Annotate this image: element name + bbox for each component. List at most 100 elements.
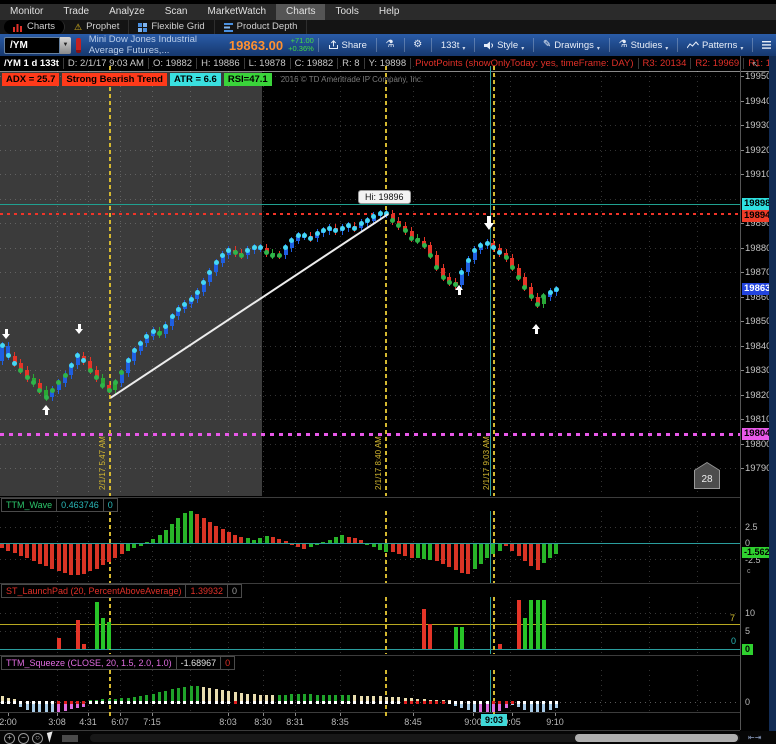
scrollbar-handle[interactable] bbox=[575, 734, 738, 742]
squeeze-bar bbox=[26, 704, 29, 710]
price-tick bbox=[741, 174, 744, 175]
wave-bar bbox=[397, 544, 401, 554]
wave-bar bbox=[441, 544, 445, 564]
candle-dot bbox=[516, 275, 521, 280]
study-header-cell[interactable]: TTM_Wave bbox=[1, 498, 57, 512]
time-tick bbox=[263, 713, 264, 716]
candle-dot bbox=[37, 388, 42, 393]
squeeze-dot bbox=[120, 701, 123, 704]
time-tick bbox=[228, 713, 229, 716]
price-tick-label: 19930 bbox=[745, 120, 771, 131]
wave-bar bbox=[101, 544, 105, 565]
v-gridline bbox=[601, 66, 602, 496]
squeeze-dot bbox=[152, 701, 155, 704]
v-gridline bbox=[340, 670, 341, 712]
study-header-cell[interactable]: 0.463746 bbox=[56, 498, 104, 512]
squeeze-dot bbox=[347, 701, 350, 704]
v-gridline bbox=[263, 597, 264, 654]
wave-bar bbox=[19, 544, 23, 556]
study-header-cell[interactable]: 0 bbox=[103, 498, 118, 512]
squeeze-dot bbox=[498, 701, 501, 704]
candle-dot bbox=[151, 329, 156, 334]
v-gridline bbox=[263, 670, 264, 712]
squeeze-dot bbox=[1, 701, 4, 704]
squeeze-bar bbox=[76, 704, 79, 708]
current-time-line bbox=[490, 66, 491, 496]
v-gridline bbox=[601, 511, 602, 583]
squeeze-bar bbox=[523, 704, 526, 710]
squeeze-dot bbox=[523, 701, 526, 704]
v-gridline bbox=[555, 66, 556, 496]
squeeze-bar bbox=[549, 704, 552, 710]
wave-bar bbox=[290, 544, 294, 545]
squeeze-dot bbox=[89, 701, 92, 704]
price-tick-label: 19790 bbox=[745, 463, 771, 474]
wave-bar bbox=[284, 541, 288, 543]
wave-bar bbox=[32, 544, 36, 561]
candle-dot bbox=[63, 373, 68, 378]
launchpad-bar bbox=[542, 600, 546, 649]
arrow-stem bbox=[487, 216, 491, 223]
candle-dot bbox=[100, 383, 105, 388]
candle-dot bbox=[182, 302, 187, 307]
study-header-cell[interactable]: -1.68967 bbox=[176, 656, 222, 670]
squeeze-dot bbox=[416, 701, 419, 704]
squeeze-dot bbox=[309, 701, 312, 704]
v-gridline bbox=[263, 66, 264, 496]
price-tick-label: 19840 bbox=[745, 341, 771, 352]
arrow-head bbox=[75, 329, 83, 334]
wave-bar bbox=[120, 544, 124, 554]
v-gridline bbox=[295, 66, 296, 496]
candle-dot bbox=[441, 275, 446, 280]
event-vline-yellow bbox=[109, 670, 111, 712]
squeeze-dot bbox=[423, 701, 426, 704]
study-header-cell[interactable]: 0 bbox=[220, 656, 235, 670]
v-gridline bbox=[697, 66, 698, 496]
price-tick-label: 19810 bbox=[745, 414, 771, 425]
squeeze-dot bbox=[297, 701, 300, 704]
candle-dot bbox=[434, 265, 439, 270]
squeeze-dot bbox=[38, 701, 41, 704]
candle-dot bbox=[466, 258, 471, 263]
squeeze-bar bbox=[240, 693, 243, 701]
wave-axis-label: 2.5 bbox=[745, 522, 758, 532]
launchpad-bar bbox=[107, 622, 111, 649]
study-header-cell[interactable]: ST_LaunchPad (20, PercentAboveAverage) bbox=[1, 584, 186, 598]
time-tick bbox=[152, 713, 153, 716]
h-gridline bbox=[0, 101, 740, 102]
signal-arrow-up bbox=[532, 324, 540, 334]
zoom-out-button[interactable]: − bbox=[18, 733, 29, 744]
time-tick bbox=[512, 713, 513, 716]
app-window: MonitorTradeAnalyzeScanMarketWatchCharts… bbox=[0, 0, 776, 744]
study-header-cell[interactable]: 1.39932 bbox=[185, 584, 228, 598]
squeeze-bar bbox=[555, 704, 558, 708]
squeeze-bar bbox=[171, 689, 174, 701]
study-header-cell[interactable]: TTM_Squeeze (CLOSE, 20, 1.5, 2.0, 1.0) bbox=[1, 656, 177, 670]
wave-bar bbox=[517, 544, 521, 556]
zoom-in-button[interactable]: + bbox=[4, 733, 15, 744]
h-gridline bbox=[0, 297, 740, 298]
panel-expand-icon: c bbox=[747, 568, 751, 575]
launchpad-bar bbox=[517, 600, 521, 649]
candle-dot bbox=[359, 221, 364, 226]
study-header-cell[interactable]: 0 bbox=[227, 584, 242, 598]
candle-dot bbox=[396, 223, 401, 228]
squeeze-dot bbox=[26, 701, 29, 704]
squeeze-dot bbox=[70, 701, 73, 704]
launchpad-bar bbox=[76, 620, 80, 649]
squeeze-dot bbox=[271, 701, 274, 704]
launchpad-bar bbox=[428, 624, 432, 649]
v-gridline bbox=[555, 597, 556, 654]
candle-dot bbox=[233, 250, 238, 255]
v-gridline bbox=[649, 670, 650, 712]
zoom-reset-button[interactable]: ○ bbox=[32, 733, 43, 744]
squeeze-bar bbox=[158, 692, 161, 701]
ttm-wave-header: TTM_Wave0.4637460 bbox=[1, 498, 117, 511]
squeeze-bar bbox=[290, 694, 293, 701]
squeeze-dot bbox=[492, 701, 495, 704]
wave-bar bbox=[460, 544, 464, 573]
wave-bar bbox=[498, 544, 502, 551]
indicator-badge: ATR = 6.6 bbox=[170, 73, 221, 86]
candle-dot bbox=[378, 211, 383, 216]
wave-bar bbox=[258, 538, 262, 543]
